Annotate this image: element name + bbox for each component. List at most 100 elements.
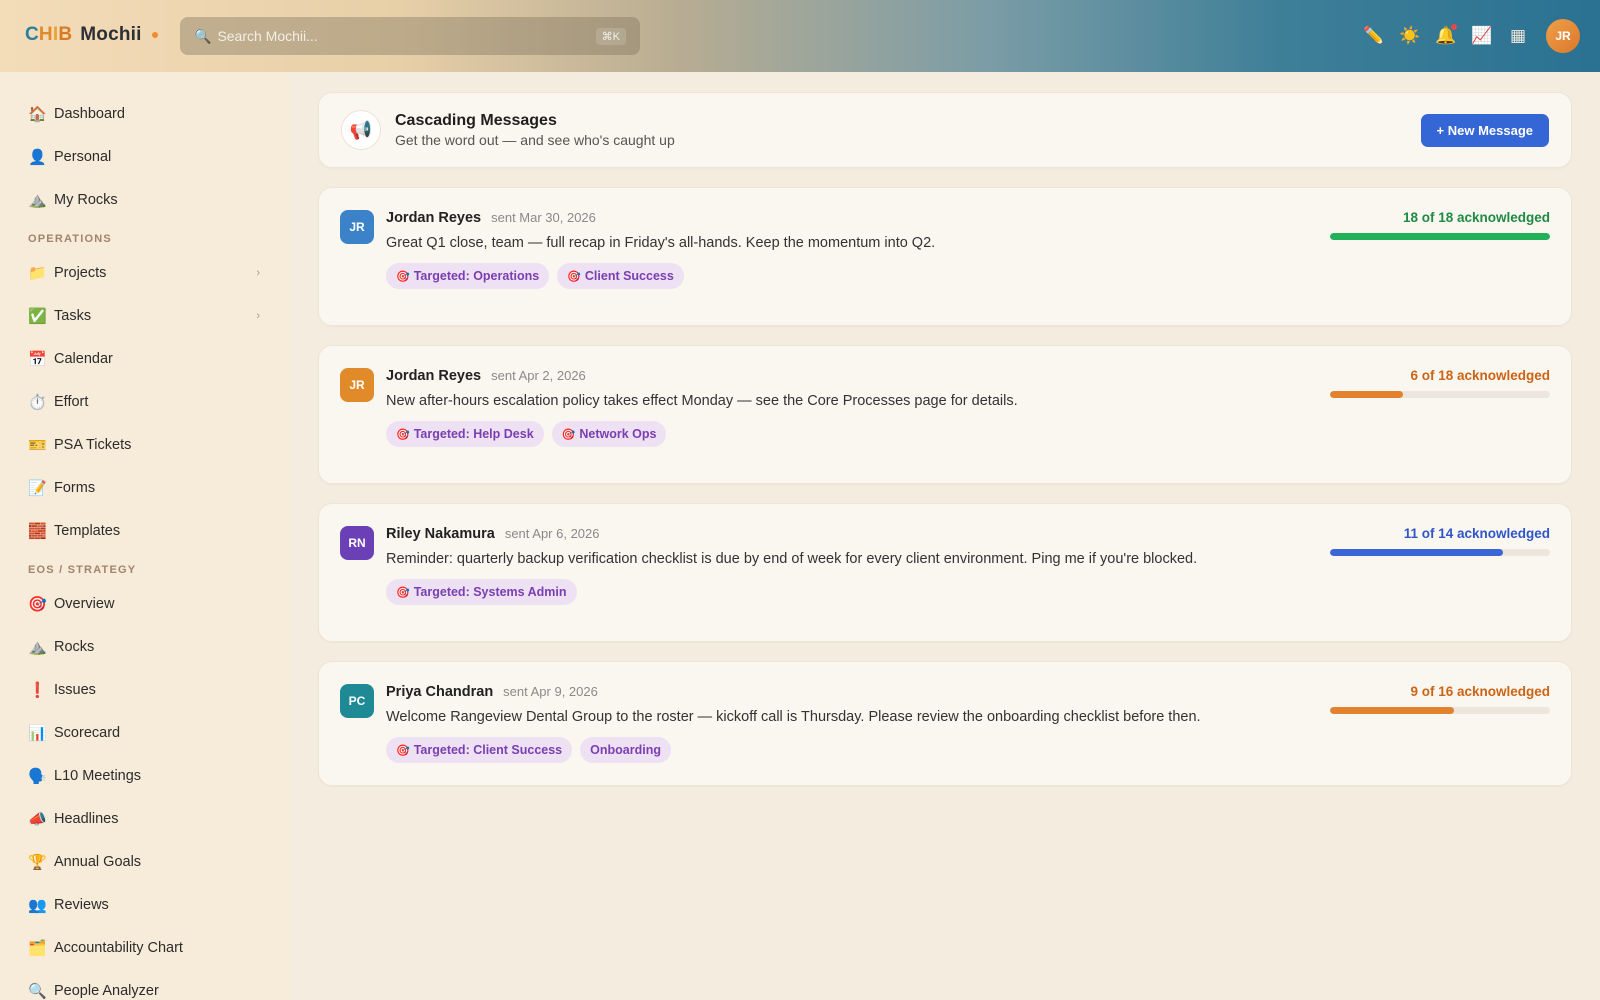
sidebar-item-label: Rocks — [54, 638, 95, 655]
sidebar-item-people-analyzer[interactable]: 🔍 People Analyzer — [0, 969, 290, 1000]
sidebar-item-scorecard[interactable]: 📊 Scorecard — [0, 711, 290, 754]
sidebar-item-l10-meetings[interactable]: 🗣️ L10 Meetings — [0, 754, 290, 797]
sidebar-item-label: L10 Meetings — [54, 767, 142, 784]
nav-icon: 🏆 — [28, 853, 47, 871]
nav-icon: 🔍 — [28, 982, 47, 1000]
author-name: Priya Chandran — [386, 684, 494, 700]
notification-dot — [1451, 24, 1457, 30]
sent-date: sent Apr 2, 2026 — [491, 368, 586, 383]
tag-label: Targeted: Client Success — [413, 743, 563, 757]
acknowledgement-status[interactable]: 11 of 14 acknowledged — [1330, 526, 1550, 556]
sidebar-item-calendar[interactable]: 📅 Calendar — [0, 337, 290, 380]
sidebar-item-label: Calendar — [54, 350, 113, 367]
sidebar-item-rocks[interactable]: ⛰️ Rocks — [0, 625, 290, 668]
message-card[interactable]: JR Jordan Reyes sent Mar 30, 2026 Great Q1 … — [318, 187, 1572, 326]
header-actions: ✏️ ☀️ 🔔 📈 ▦ JR — [1356, 18, 1580, 54]
target-tag: 🎯 Targeted: Systems Admin — [386, 579, 577, 605]
nav-icon: 🗂️ — [28, 939, 47, 957]
sidebar-item-label: Personal — [54, 148, 112, 165]
tag-list: 🎯 Targeted: Operations 🎯 Client Success — [386, 263, 1291, 289]
author-name: Jordan Reyes — [386, 368, 482, 384]
nav-icon: ⛰️ — [28, 638, 47, 656]
sidebar-item-headlines[interactable]: 📣 Headlines — [0, 797, 290, 840]
sidebar-item-dashboard[interactable]: 🏠 Dashboard — [0, 92, 290, 135]
sidebar-item-effort[interactable]: ⏱️ Effort — [0, 380, 290, 423]
message-card[interactable]: RN Riley Nakamura sent Apr 6, 2026 Reminder… — [318, 503, 1572, 642]
sidebar-item-annual-goals[interactable]: 🏆 Annual Goals — [0, 840, 290, 883]
nav-icon: 👥 — [28, 896, 47, 914]
nav-icon: 🧱 — [28, 522, 47, 540]
target-tag: 🎯 Targeted: Help Desk — [386, 421, 544, 447]
message-text: Welcome Rangeview Dental Group to the ro… — [386, 709, 1201, 725]
new-message-button[interactable]: + New Message — [1420, 114, 1549, 147]
search-input[interactable] — [217, 28, 596, 44]
nav-icon: 📅 — [28, 350, 47, 368]
sidebar-item-reviews[interactable]: 👥 Reviews — [0, 883, 290, 926]
sidebar-item-label: Annual Goals — [54, 853, 142, 870]
nav-icon: 🏠 — [28, 105, 47, 123]
tag-list: 🎯 Targeted: Help Desk 🎯 Network Ops — [386, 421, 1291, 447]
tag-label: Client Success — [584, 269, 674, 283]
target-tag: 🎯 Targeted: Operations — [386, 263, 550, 289]
bell-icon[interactable]: 🔔 — [1428, 18, 1464, 54]
brand-logo[interactable]: C H I B Mochii — [25, 24, 158, 46]
author-name: Riley Nakamura — [386, 526, 495, 542]
ack-count: 18 of 18 acknowledged — [1402, 210, 1550, 225]
author-avatar: JR — [340, 210, 374, 244]
page-header: 📢 Cascading Messages Get the word out — … — [318, 92, 1572, 168]
sidebar-item-tasks[interactable]: ✅ Tasks › — [0, 294, 290, 337]
sidebar-item-label: Issues — [54, 681, 96, 698]
acknowledgement-status[interactable]: 6 of 18 acknowledged — [1330, 368, 1550, 398]
sidebar-item-label: Templates — [54, 522, 121, 539]
target-tag: 🎯 Client Success — [557, 263, 684, 289]
acknowledgement-status[interactable]: 18 of 18 acknowledged — [1330, 210, 1550, 240]
pencil-icon[interactable]: ✏️ — [1356, 18, 1392, 54]
tag-label: Targeted: Help Desk — [413, 427, 534, 441]
message-card[interactable]: PC Priya Chandran sent Apr 9, 2026 Welcome … — [318, 661, 1572, 786]
target-tag: 🎯 Targeted: Client Success — [386, 737, 573, 763]
target-tag: 🎯 Network Ops — [551, 421, 667, 447]
message-text: Reminder: quarterly backup verification … — [386, 551, 1198, 567]
nav-icon: 🎫 — [28, 436, 47, 454]
sidebar-item-forms[interactable]: 📝 Forms — [0, 466, 290, 509]
brand-dot — [151, 32, 158, 38]
user-avatar[interactable]: JR — [1546, 19, 1580, 53]
logo-letter: H — [38, 24, 53, 45]
sidebar-item-projects[interactable]: 📁 Projects › — [0, 251, 290, 294]
grid-icon[interactable]: ▦ — [1500, 18, 1536, 54]
shortcut-hint: ⌘K — [595, 27, 626, 45]
sidebar-item-label: Scorecard — [54, 724, 121, 741]
message-text: New after-hours escalation policy takes … — [386, 393, 1018, 409]
message-card[interactable]: JR Jordan Reyes sent Apr 2, 2026 New after-… — [318, 345, 1572, 484]
sidebar-item-label: Accountability Chart — [54, 939, 183, 956]
chart-icon[interactable]: 📈 — [1464, 18, 1500, 54]
nav-icon: 📁 — [28, 264, 47, 282]
acknowledgement-status[interactable]: 9 of 16 acknowledged — [1330, 684, 1550, 714]
sidebar-item-templates[interactable]: 🧱 Templates — [0, 509, 290, 552]
search-bar[interactable]: 🔍 ⌘K — [180, 17, 640, 55]
sidebar-item-label: Projects — [54, 264, 107, 281]
target-tag: Onboarding — [580, 737, 671, 763]
sidebar-item-my-rocks[interactable]: ⛰️ My Rocks — [0, 178, 290, 221]
tag-list: 🎯 Targeted: Systems Admin — [386, 579, 1291, 605]
sidebar-item-personal[interactable]: 👤 Personal — [0, 135, 290, 178]
chevron-right-icon[interactable]: › — [256, 310, 260, 322]
chevron-right-icon[interactable]: › — [256, 267, 260, 279]
ack-progress-fill — [1330, 233, 1550, 240]
target-icon: 🎯 — [396, 744, 410, 757]
sidebar-item-label: My Rocks — [54, 191, 118, 208]
main-content: 📢 Cascading Messages Get the word out — … — [318, 92, 1572, 786]
sidebar-item-accountability-chart[interactable]: 🗂️ Accountability Chart — [0, 926, 290, 969]
ack-progress-bar — [1330, 707, 1550, 714]
top-header: C H I B Mochii 🔍 ⌘K ✏️ ☀️ 🔔 📈 ▦ JR — [0, 0, 1600, 72]
tag-label: Targeted: Systems Admin — [413, 585, 567, 599]
sun-icon[interactable]: ☀️ — [1392, 18, 1428, 54]
sidebar-item-issues[interactable]: ❗ Issues — [0, 668, 290, 711]
ack-progress-bar — [1330, 549, 1550, 556]
author-avatar: PC — [340, 684, 374, 718]
page-title: Cascading Messages — [395, 112, 557, 129]
sent-date: sent Apr 9, 2026 — [503, 684, 598, 699]
sidebar-item-psa-tickets[interactable]: 🎫 PSA Tickets — [0, 423, 290, 466]
megaphone-icon: 📢 — [341, 110, 381, 150]
sidebar-item-overview[interactable]: 🎯 Overview — [0, 582, 290, 625]
